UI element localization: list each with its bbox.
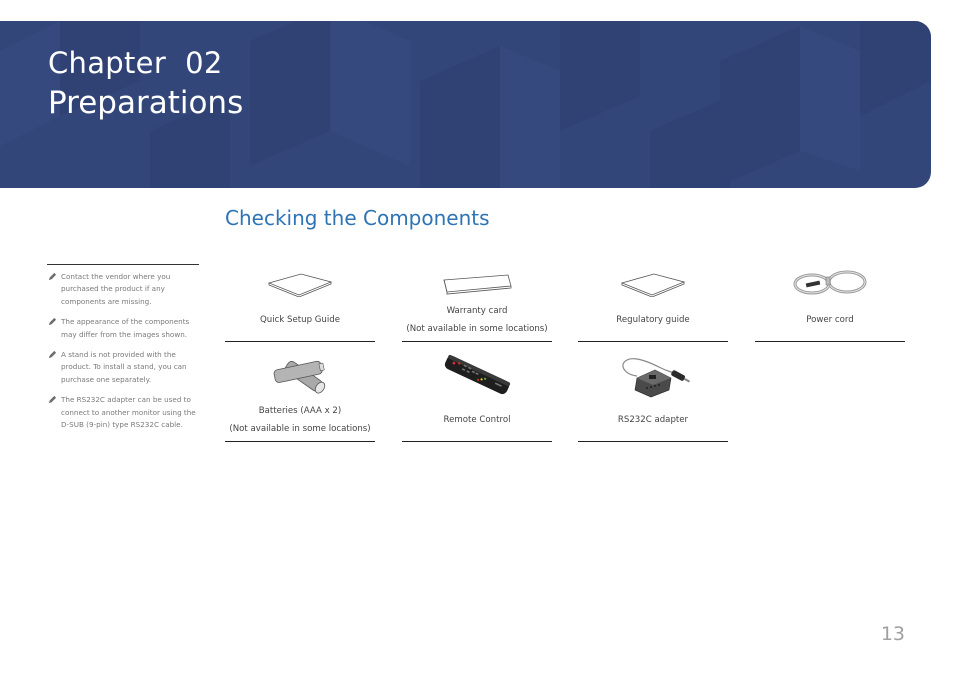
pencil-note-icon [48, 318, 57, 326]
booklet-image [620, 273, 686, 297]
chapter-label: Chapter 02 [48, 46, 223, 80]
component-rs232c-adapter: RS232C adapter [578, 341, 728, 442]
chapter-banner: Chapter 02 Preparations [0, 21, 931, 188]
section-title: Checking the Components [225, 206, 490, 230]
notes-list: Contact the vendor where you purchased t… [47, 264, 199, 439]
component-note: (Not available in some locations) [406, 324, 548, 334]
chapter-title: Preparations [48, 85, 244, 121]
component-quick-setup-guide: Quick Setup Guide [225, 262, 375, 342]
pencil-note-icon [48, 396, 57, 404]
component-name: RS232C adapter [617, 415, 689, 425]
page-number: 13 [880, 623, 905, 645]
component-batteries: Batteries (AAA x 2) (Not available in so… [225, 341, 375, 442]
note-text: The RS232C adapter can be used to connec… [61, 395, 196, 430]
note-item: A stand is not provided with the product… [47, 349, 199, 386]
booklet-image [267, 273, 333, 297]
note-text: A stand is not provided with the product… [61, 350, 187, 384]
batteries-image [273, 360, 326, 394]
pencil-note-icon [48, 350, 57, 359]
component-remote-control: Remote Control [402, 341, 552, 442]
component-name: Quick Setup Guide [259, 315, 340, 325]
component-name: Power cord [806, 315, 854, 325]
note-item: Contact the vendor where you purchased t… [47, 271, 199, 308]
note-text: The appearance of the components may dif… [61, 317, 190, 339]
component-power-cord: Power cord [755, 262, 905, 342]
note-item: The appearance of the components may dif… [47, 316, 199, 341]
note-item: The RS232C adapter can be used to connec… [47, 394, 199, 431]
component-note: (Not available in some locations) [229, 424, 371, 434]
component-regulatory-guide: Regulatory guide [578, 262, 728, 342]
component-name: Batteries (AAA x 2) [258, 406, 342, 416]
pencil-note-icon [48, 272, 57, 281]
card-image [443, 274, 512, 295]
power-cord-image [793, 270, 867, 295]
remote-control-image [444, 354, 511, 395]
component-name: Regulatory guide [616, 315, 690, 325]
component-warranty-card: Warranty card (Not available in some loc… [402, 262, 552, 342]
component-name: Warranty card [446, 306, 508, 316]
note-text: Contact the vendor where you purchased t… [61, 272, 171, 306]
rs232c-adapter-image [622, 358, 691, 398]
component-name: Remote Control [443, 415, 511, 425]
